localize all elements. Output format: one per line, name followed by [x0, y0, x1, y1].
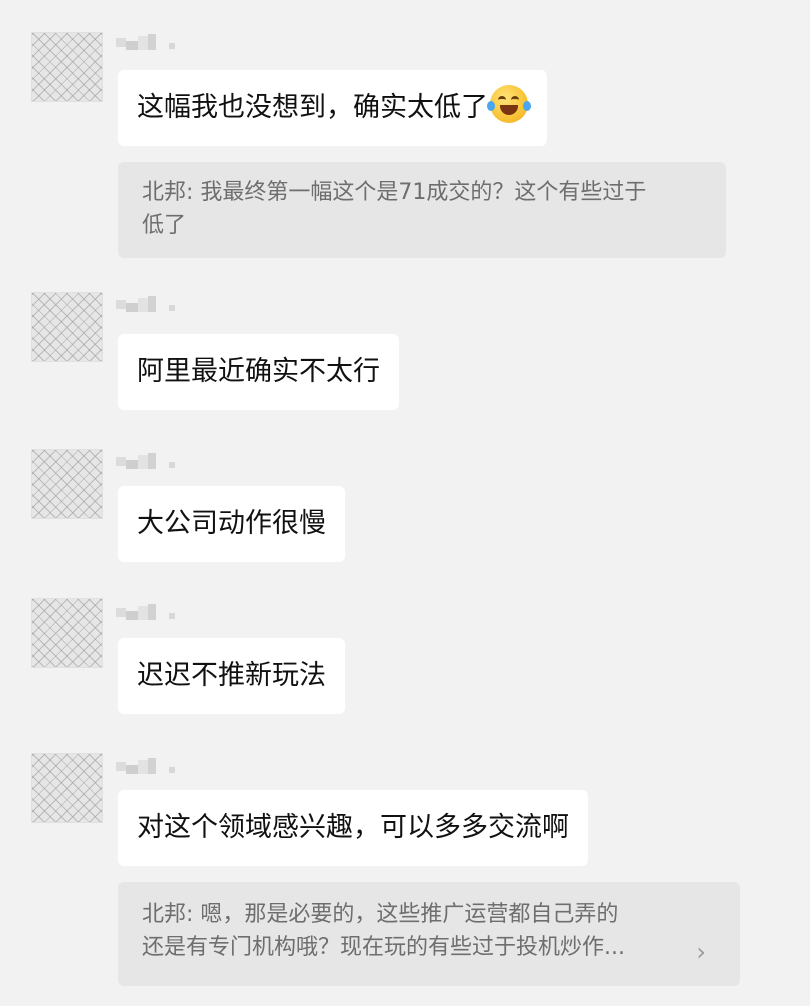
- message-bubble[interactable]: 这幅我也没想到，确实太低了: [118, 70, 547, 146]
- avatar[interactable]: [31, 292, 103, 362]
- rolling-on-floor-laughing-emoji-icon: [487, 85, 531, 123]
- quoted-reply[interactable]: 北邦: 嗯，那是必要的，这些推广运营都自己弄的 还是有专门机构哦？现在玩的有些过…: [118, 882, 740, 986]
- sender-name: [116, 604, 186, 624]
- message-bubble[interactable]: 对这个领域感兴趣，可以多多交流啊: [118, 790, 588, 866]
- avatar[interactable]: [31, 32, 103, 102]
- message-bubble[interactable]: 阿里最近确实不太行: [118, 334, 399, 410]
- quote-line: 还是有专门机构哦？现在玩的有些过于投机炒作...: [142, 935, 625, 960]
- avatar[interactable]: [31, 449, 103, 519]
- quote-line: 北邦: 嗯，那是必要的，这些推广运营都自己弄的: [142, 902, 619, 927]
- quoted-reply[interactable]: 北邦: 我最终第一幅这个是71成交的？这个有些过于 低了: [118, 162, 726, 258]
- quote-line: 低了: [142, 213, 187, 238]
- message-text: 大公司动作很慢: [137, 508, 326, 539]
- avatar[interactable]: [31, 753, 103, 823]
- sender-name: [116, 296, 186, 316]
- sender-name: [116, 758, 186, 778]
- message-bubble[interactable]: 迟迟不推新玩法: [118, 638, 345, 714]
- message-text: 这幅我也没想到，确实太低了: [137, 92, 488, 123]
- message-text: 对这个领域感兴趣，可以多多交流啊: [137, 812, 569, 843]
- message-text: 阿里最近确实不太行: [137, 356, 380, 387]
- chevron-right-icon[interactable]: ›: [696, 940, 706, 964]
- sender-name: [116, 453, 186, 473]
- avatar[interactable]: [31, 598, 103, 668]
- message-bubble[interactable]: 大公司动作很慢: [118, 486, 345, 562]
- quote-line: 北邦: 我最终第一幅这个是71成交的？这个有些过于: [142, 180, 647, 205]
- message-text: 迟迟不推新玩法: [137, 660, 326, 691]
- sender-name: [116, 34, 186, 54]
